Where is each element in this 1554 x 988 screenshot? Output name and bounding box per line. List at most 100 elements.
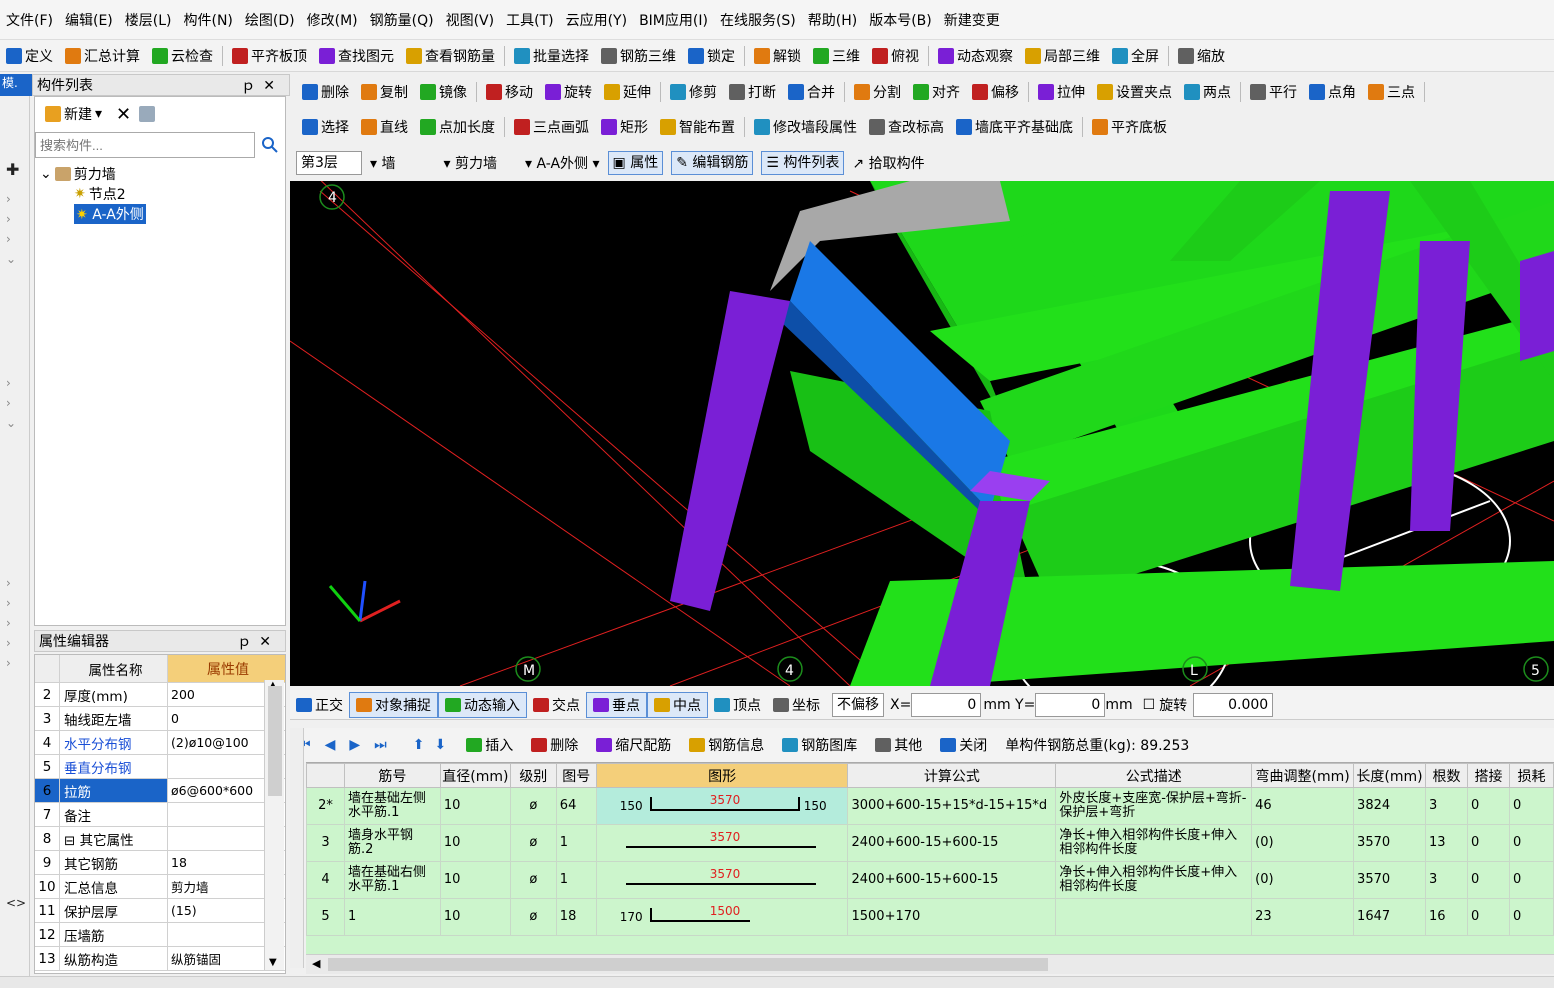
cell-desc[interactable]: 外皮长度+支座宽-保护层+弯折-保护层+弯折 (1055, 787, 1253, 825)
toolbar3-button-5[interactable]: 智能布置 (654, 115, 741, 139)
cell-count[interactable]: 13 (1425, 824, 1468, 862)
menu-item-1[interactable]: 编辑(E) (59, 10, 119, 30)
cell-bend[interactable]: 46 (1251, 787, 1355, 825)
cell-desc[interactable]: 净长+伸入相邻构件长度+伸入相邻构件长度 (1055, 861, 1253, 899)
property-row[interactable]: 8 ⊟ 其它属性 (35, 827, 285, 851)
menu-item-9[interactable]: 云应用(Y) (560, 10, 633, 30)
cell-fig[interactable]: 1 (555, 824, 597, 862)
new-component-button[interactable]: 新建 ▾ (39, 102, 108, 126)
toolbar3-button-7[interactable]: 查改标高 (863, 115, 950, 139)
cell-count[interactable]: 3 (1425, 861, 1468, 899)
column-header[interactable]: 图形 (595, 763, 849, 788)
toolbar1-button-12[interactable]: 动态观察 (932, 44, 1019, 68)
toolbar3-button-1[interactable]: 直线 (355, 115, 414, 139)
toolbar3-button-8[interactable]: 墙底平齐基础底 (950, 115, 1079, 139)
3d-viewport[interactable]: 4 M 4 L 5 (290, 181, 1554, 686)
toolbar2-button-14[interactable]: 两点 (1178, 80, 1237, 104)
delete-icon[interactable]: ✕ (116, 104, 131, 125)
element-select[interactable]: ▾ A-A外侧 ▾ (525, 153, 600, 173)
column-header[interactable] (306, 763, 345, 788)
rebar-shape-cell[interactable]: 3570 (595, 824, 849, 862)
toolbar2-button-7[interactable]: 打断 (723, 80, 782, 104)
tree-root-shear-wall[interactable]: ⌄ 剪力墙 (40, 164, 146, 184)
cell-idx[interactable]: 2* (306, 787, 345, 825)
cell-len[interactable]: 3570 (1353, 861, 1426, 899)
search-icon[interactable] (256, 132, 284, 158)
toolbar1-button-1[interactable]: 汇总计算 (59, 44, 146, 68)
rebar-button-1[interactable]: 删除 (525, 733, 584, 757)
rebar-button-5[interactable]: 其他 (869, 733, 928, 757)
rebar-button-2[interactable]: 缩尺配筋 (590, 733, 677, 757)
cell-grade[interactable]: ø (509, 861, 557, 899)
snap-button-4[interactable]: 垂点 (586, 691, 647, 718)
toolbar2-button-15[interactable]: 平行 (1244, 80, 1303, 104)
rebar-button-0[interactable]: 插入 (460, 733, 519, 757)
toolbar1-button-13[interactable]: 局部三维 (1019, 44, 1106, 68)
snap-button-1[interactable]: 对象捕捉 (349, 691, 438, 718)
cell-formula[interactable]: 2400+600-15+600-15 (847, 824, 1057, 862)
toolbar2-button-13[interactable]: 设置夹点 (1091, 80, 1178, 104)
property-row[interactable]: 9 其它钢筋 18 (35, 851, 285, 875)
cell-formula[interactable]: 3000+600-15+15*d-15+15*d (847, 787, 1057, 825)
column-header[interactable]: 长度(mm) (1353, 763, 1426, 788)
move-up-down-icons[interactable]: ⬆⬇ (409, 737, 460, 753)
copy-icon[interactable] (139, 106, 156, 122)
property-row[interactable]: 7 备注 (35, 803, 285, 827)
toolbar1-button-4[interactable]: 查找图元 (313, 44, 400, 68)
rotate-input[interactable]: 0.000 (1193, 692, 1274, 717)
column-header[interactable]: 筋号 (343, 763, 441, 788)
snap-button-0[interactable]: 正交 (290, 693, 349, 717)
offset-select[interactable]: 不偏移 (832, 692, 884, 717)
toolbar3-button-3[interactable]: 三点画弧 (508, 115, 595, 139)
table-row[interactable]: 4 墙在基础右侧水平筋.1 10 ø 1 3570 2400+600-15+600-15 净长… (306, 861, 1554, 899)
cell-bend[interactable]: (0) (1251, 824, 1355, 862)
toolbar3-button-2[interactable]: 点加长度 (414, 115, 501, 139)
y-input[interactable]: 0 (1035, 692, 1106, 717)
toolbar2-button-17[interactable]: 三点 (1362, 80, 1421, 104)
chevron-down-icon[interactable]: ⌄ (40, 166, 52, 182)
toolbar2-button-9[interactable]: 分割 (848, 80, 907, 104)
column-header[interactable]: 公式描述 (1055, 763, 1253, 788)
column-header[interactable]: 级别 (509, 763, 557, 788)
property-row[interactable]: 5 垂直分布钢 (35, 755, 285, 779)
menu-item-0[interactable]: 文件(F) (0, 10, 59, 30)
record-nav-icons[interactable]: ⏮◀▶⏭ (290, 737, 409, 753)
panel-pin-close-icon[interactable]: ｐ✕ (241, 75, 289, 95)
toolbar2-button-6[interactable]: 修剪 (664, 80, 723, 104)
toolbar2-button-11[interactable]: 偏移 (966, 80, 1025, 104)
tree-item-aa-outside[interactable]: ✷ A-A外侧 (40, 204, 146, 224)
column-header[interactable]: 损耗 (1508, 763, 1554, 788)
toolbar1-button-0[interactable]: 定义 (0, 44, 59, 68)
property-row[interactable]: 11 保护层厚 (15) (35, 899, 285, 923)
rebar-shape-cell[interactable]: 3570 150 150 (595, 787, 849, 825)
cell-loss[interactable]: 0 (1508, 787, 1554, 825)
toolbar3-button-9[interactable]: 平齐底板 (1086, 115, 1173, 139)
property-button[interactable]: ▣ 属性 (607, 151, 664, 175)
toolbar1-button-8[interactable]: 锁定 (682, 44, 741, 68)
cell-dia[interactable]: 10 (439, 898, 511, 936)
toolbar1-button-14[interactable]: 全屏 (1106, 44, 1165, 68)
toolbar2-button-3[interactable]: 移动 (480, 80, 539, 104)
menu-item-11[interactable]: 在线服务(S) (714, 10, 802, 30)
menu-item-10[interactable]: BIM应用(I) (633, 10, 714, 30)
cell-name[interactable]: 墙身水平钢筋.2 (343, 824, 441, 862)
menu-item-12[interactable]: 帮助(H) (802, 10, 863, 30)
toolbar3-button-6[interactable]: 修改墙段属性 (748, 115, 863, 139)
subtype-select[interactable]: ▾ 剪力墙 (443, 153, 496, 173)
rebar-shape-cell[interactable]: 3570 (595, 861, 849, 899)
property-row[interactable]: 4 水平分布钢 (2)ø10@100 (35, 731, 285, 755)
column-header[interactable]: 计算公式 (847, 763, 1057, 788)
toolbar2-button-12[interactable]: 拉伸 (1032, 80, 1091, 104)
cell-grade[interactable]: ø (509, 898, 557, 936)
cell-len[interactable]: 3570 (1353, 824, 1426, 862)
cell-loss[interactable]: 0 (1508, 861, 1554, 899)
toolbar2-button-16[interactable]: 点角 (1303, 80, 1362, 104)
cell-idx[interactable]: 3 (306, 824, 345, 862)
menu-item-7[interactable]: 视图(V) (440, 10, 501, 30)
cell-name[interactable]: 墙在基础左侧水平筋.1 (343, 787, 441, 825)
menu-item-8[interactable]: 工具(T) (500, 10, 559, 30)
snap-button-5[interactable]: 中点 (647, 691, 708, 718)
menu-item-14[interactable]: 新建变更 (938, 10, 1006, 30)
toolbar2-button-1[interactable]: 复制 (355, 80, 414, 104)
toolbar3-button-0[interactable]: 选择 (296, 115, 355, 139)
